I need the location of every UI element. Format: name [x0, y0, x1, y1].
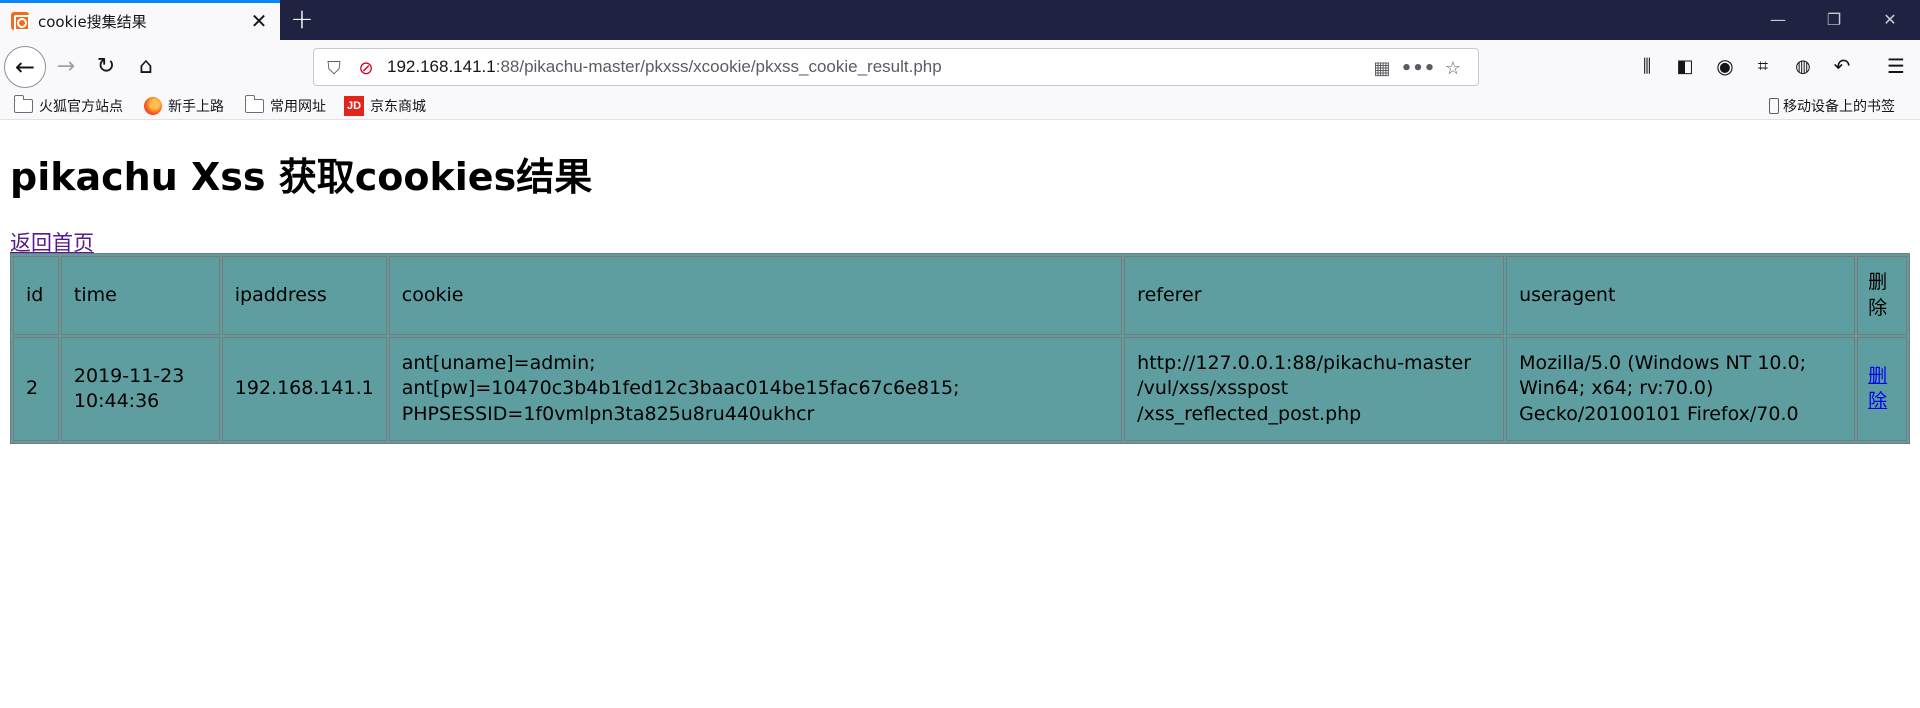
menu-hamburger-icon[interactable]: ☰ — [1880, 50, 1912, 82]
cell-referer: http://127.0.0.1:88/pikachu-master /vul/… — [1124, 337, 1505, 441]
header-referer: referer — [1124, 256, 1505, 335]
bookmark-common-sites[interactable]: 常用网址 — [244, 95, 326, 116]
header-delete: 删除 — [1857, 256, 1907, 335]
cell-time: 2019-11-23 10:44:36 — [60, 337, 220, 441]
site-favicon-icon — [11, 12, 30, 31]
minimize-icon[interactable]: — — [1766, 8, 1790, 32]
close-tab-icon[interactable]: ✕ — [248, 10, 270, 32]
mobile-device-icon — [1769, 98, 1779, 114]
folder-icon — [13, 95, 33, 113]
library-icon[interactable]: ⫼ — [1631, 50, 1663, 82]
page-content: pikachu Xss 获取cookies结果 返回首页 id time ipa… — [0, 121, 1920, 708]
close-window-icon[interactable]: ✕ — [1878, 8, 1902, 32]
cookie-line: PHPSESSID=1f0vmlpn3ta825u8ru440ukhcr — [401, 402, 815, 425]
header-useragent: useragent — [1506, 256, 1856, 335]
url-host: 192.168.141.1 — [387, 57, 496, 76]
active-tab[interactable]: cookie搜集结果 ✕ — [0, 0, 280, 40]
new-tab-icon[interactable]: + — [288, 4, 316, 34]
header-cookie: cookie — [388, 256, 1123, 335]
page-actions-icon[interactable]: ••• — [1401, 56, 1436, 80]
cell-useragent: Mozilla/5.0 (Windows NT 10.0; Win64; x64… — [1506, 337, 1856, 441]
referer-line: /vul/xss/xsspost — [1137, 377, 1289, 400]
bookmarks-toolbar: 火狐官方站点 新手上路 常用网址 JD 京东商城 移动设备上的书签 — [0, 92, 1920, 120]
time-date: 2019-11-23 — [73, 364, 185, 387]
bookmark-getting-started[interactable]: 新手上路 — [144, 96, 224, 116]
cookie-results-table: id time ipaddress cookie referer userage… — [10, 253, 1910, 444]
cell-cookie: ant[uname]=admin; ant[pw]=10470c3b4b1fed… — [388, 337, 1123, 441]
home-icon[interactable]: ⌂ — [130, 50, 162, 82]
cookie-line: ant[pw]=10470c3b4b1fed12c3baac014be15fac… — [401, 377, 960, 400]
bookmark-label: 京东商城 — [370, 99, 426, 115]
url-text[interactable]: 192.168.141.1:88/pikachu-master/pkxss/xc… — [387, 57, 942, 77]
table-header-row: id time ipaddress cookie referer userage… — [13, 256, 1907, 335]
bookmark-label: 新手上路 — [168, 99, 224, 115]
jd-logo-icon: JD — [344, 96, 364, 116]
qr-code-icon[interactable]: ▦ — [1370, 56, 1394, 80]
tab-title: cookie搜集结果 — [38, 13, 147, 31]
folder-icon — [244, 95, 264, 113]
referer-line: /xss_reflected_post.php — [1137, 402, 1362, 425]
mobile-bookmarks[interactable]: 移动设备上的书签 — [1769, 96, 1895, 116]
bookmark-label: 火狐官方站点 — [39, 99, 123, 115]
chat-bubble-icon[interactable]: ◍ — [1787, 50, 1819, 82]
account-icon[interactable]: ◉ — [1709, 50, 1741, 82]
cell-delete: 删除 — [1857, 337, 1907, 441]
header-time: time — [60, 256, 220, 335]
navigation-toolbar: ← → ↻ ⌂ ⛉ ⊘ 192.168.141.1:88/pikachu-mas… — [0, 40, 1920, 92]
table-row: 2 2019-11-23 10:44:36 192.168.141.1 ant[… — [13, 337, 1907, 441]
reload-icon[interactable]: ↻ — [90, 50, 122, 82]
insecure-lock-icon[interactable]: ⊘ — [354, 56, 378, 80]
mobile-bookmarks-label: 移动设备上的书签 — [1783, 99, 1895, 115]
cell-id: 2 — [13, 337, 59, 441]
title-bar: cookie搜集结果 ✕ + — ❐ ✕ — [0, 0, 1920, 40]
forward-arrow-icon[interactable]: → — [50, 50, 82, 82]
firefox-logo-icon — [144, 97, 162, 115]
bookmark-firefox-site[interactable]: 火狐官方站点 — [13, 95, 123, 116]
useragent-line: Gecko/20100101 Firefox/70.0 — [1519, 402, 1799, 425]
header-ipaddress: ipaddress — [221, 256, 387, 335]
referer-line: http://127.0.0.1:88/pikachu-master — [1137, 351, 1472, 374]
restore-icon[interactable]: ❐ — [1822, 8, 1846, 32]
bookmark-star-icon[interactable]: ☆ — [1441, 56, 1465, 80]
useragent-line: Mozilla/5.0 (Windows NT 10.0; — [1519, 351, 1807, 374]
cell-ipaddress: 192.168.141.1 — [221, 337, 387, 441]
url-path: :88/pikachu-master/pkxss/xcookie/pkxss_c… — [495, 57, 942, 76]
time-clock: 10:44:36 — [73, 390, 160, 412]
address-bar[interactable]: ⛉ ⊘ 192.168.141.1:88/pikachu-master/pkxs… — [313, 48, 1479, 86]
header-id: id — [13, 256, 59, 335]
screenshot-crop-icon[interactable]: ⌗ — [1747, 50, 1779, 82]
cookie-line: ant[uname]=admin; — [401, 351, 596, 374]
bookmark-label: 常用网址 — [270, 99, 326, 115]
sidebar-icon[interactable]: ◧ — [1669, 50, 1701, 82]
undo-arrow-icon[interactable]: ↶ — [1826, 50, 1858, 82]
page-title: pikachu Xss 获取cookies结果 — [10, 155, 593, 199]
delete-link[interactable]: 删除 — [1868, 365, 1887, 413]
back-arrow-icon[interactable]: ← — [4, 46, 46, 88]
shield-icon[interactable]: ⛉ — [322, 56, 346, 80]
useragent-line: Win64; x64; rv:70.0) — [1519, 377, 1714, 400]
bookmark-jd[interactable]: JD 京东商城 — [344, 96, 426, 116]
